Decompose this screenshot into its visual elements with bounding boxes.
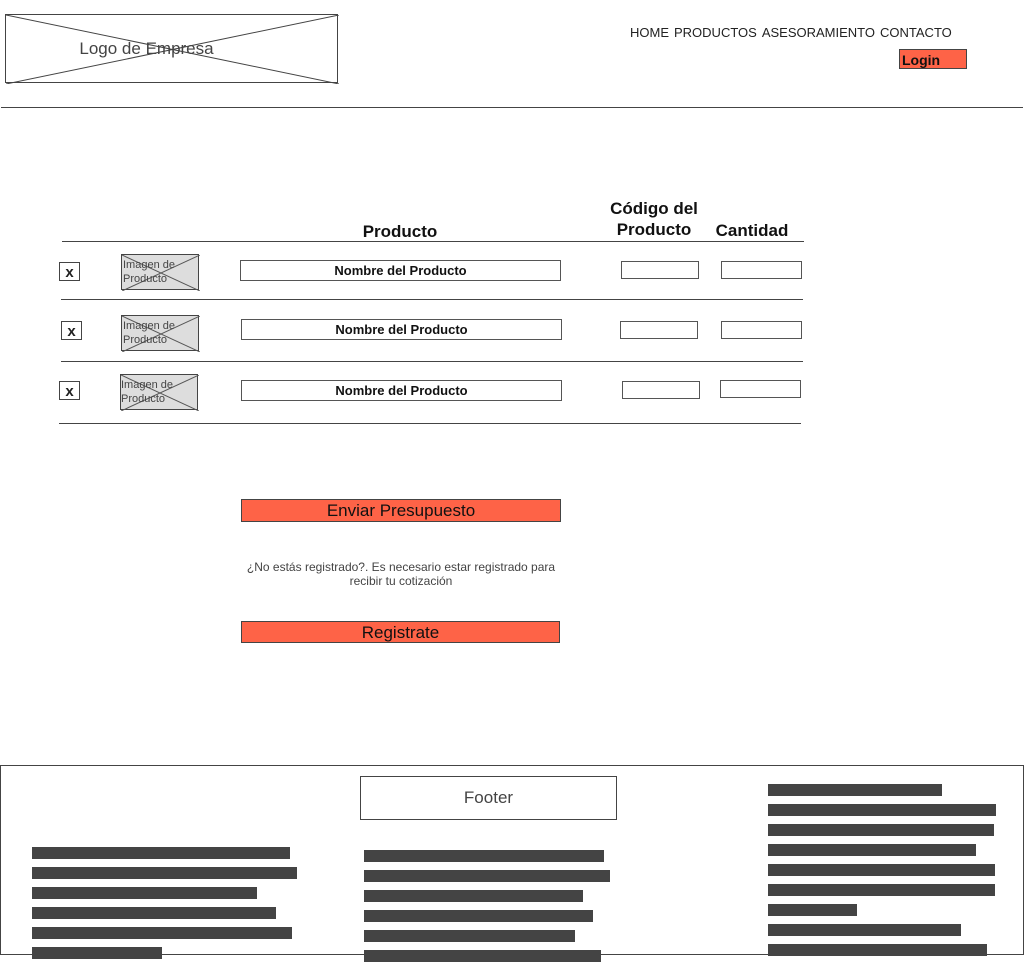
quantity-input[interactable] — [721, 261, 802, 279]
text-placeholder-bar — [768, 844, 976, 856]
column-header-cantidad: Cantidad — [715, 221, 789, 240]
table-header-divider — [62, 241, 804, 242]
row-divider — [61, 361, 803, 362]
text-placeholder-bar — [364, 930, 575, 942]
row-divider — [61, 299, 803, 300]
main-nav: HOME PRODUCTOS ASESORAMIENTO CONTACTO — [630, 25, 952, 40]
text-placeholder-bar — [32, 927, 292, 939]
product-image-label: Imagen de Producto — [123, 320, 175, 346]
company-logo: Logo de Empresa — [5, 14, 339, 84]
text-placeholder-bar — [768, 924, 961, 936]
text-placeholder-bar — [364, 910, 593, 922]
column-header-producto: Producto — [362, 222, 438, 241]
remove-row-button[interactable]: x — [59, 381, 80, 400]
login-button[interactable]: Login — [899, 49, 967, 69]
product-code-input[interactable] — [622, 381, 700, 399]
send-quote-button[interactable]: Enviar Presupuesto — [241, 499, 561, 522]
text-placeholder-bar — [364, 890, 583, 902]
text-placeholder-bar — [364, 850, 604, 862]
text-placeholder-bar — [32, 887, 257, 899]
text-placeholder-bar — [768, 824, 994, 836]
text-placeholder-bar — [768, 804, 996, 816]
logo-text: Logo de Empresa — [79, 39, 214, 58]
registration-note: ¿No estás registrado?. Es necesario esta… — [246, 560, 556, 588]
text-placeholder-bar — [768, 784, 942, 796]
column-header-codigo: Código del Producto — [610, 199, 698, 239]
product-name: Nombre del Producto — [241, 319, 562, 340]
text-placeholder-bar — [32, 867, 297, 879]
text-placeholder-bar — [768, 884, 995, 896]
product-image: Imagen de Producto — [121, 254, 200, 291]
text-placeholder-bar — [32, 947, 162, 959]
nav-asesoramiento[interactable]: ASESORAMIENTO — [762, 25, 875, 40]
text-placeholder-bar — [768, 944, 987, 956]
quantity-input[interactable] — [720, 380, 801, 398]
product-image: Imagen de Producto — [120, 374, 199, 411]
text-placeholder-bar — [768, 864, 995, 876]
text-placeholder-bar — [768, 904, 857, 916]
product-code-input[interactable] — [621, 261, 699, 279]
text-placeholder-bar — [32, 847, 290, 859]
nav-contacto[interactable]: CONTACTO — [880, 25, 952, 40]
nav-home[interactable]: HOME — [630, 25, 669, 40]
remove-row-button[interactable]: x — [59, 262, 80, 281]
product-name: Nombre del Producto — [240, 260, 561, 281]
footer-title: Footer — [360, 776, 617, 820]
text-placeholder-bar — [364, 870, 610, 882]
quantity-input[interactable] — [721, 321, 802, 339]
product-image-label: Imagen de Producto — [121, 379, 173, 405]
nav-productos[interactable]: PRODUCTOS — [674, 25, 757, 40]
remove-row-button[interactable]: x — [61, 321, 82, 340]
product-code-input[interactable] — [620, 321, 698, 339]
product-image: Imagen de Producto — [121, 315, 200, 352]
text-placeholder-bar — [32, 907, 276, 919]
header-divider — [1, 107, 1023, 108]
product-image-label: Imagen de Producto — [123, 259, 175, 285]
row-divider — [59, 423, 801, 424]
product-name: Nombre del Producto — [241, 380, 562, 401]
register-button[interactable]: Registrate — [241, 621, 560, 643]
